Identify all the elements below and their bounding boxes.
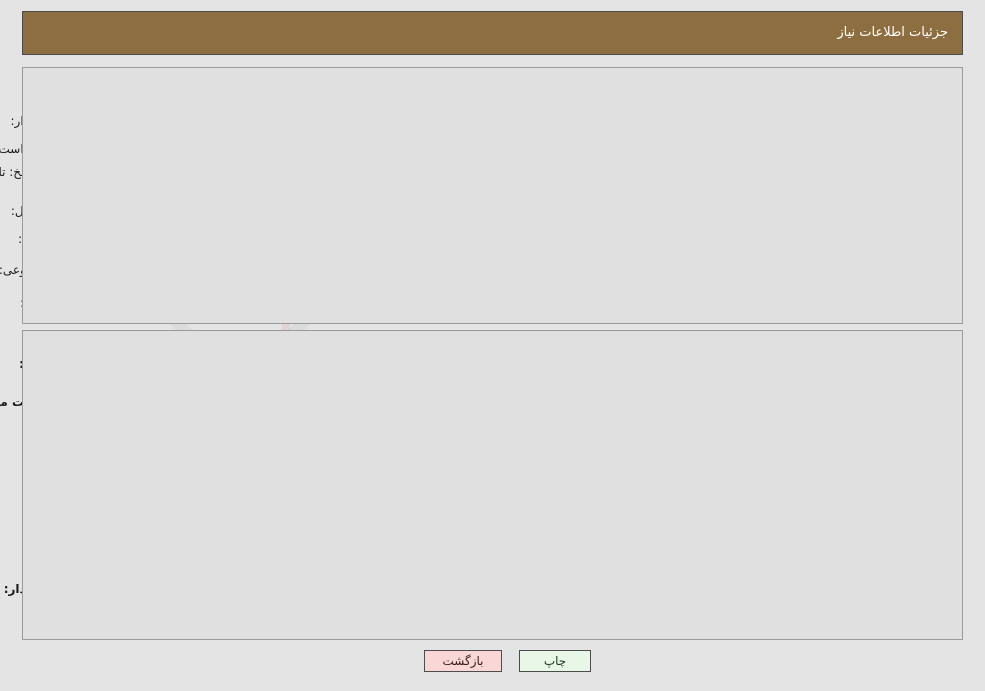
print-button[interactable]: چاپ: [519, 650, 591, 672]
page-header-bar: جزئیات اطلاعات نیاز: [22, 11, 963, 55]
back-button[interactable]: بازگشت: [424, 650, 502, 672]
need-summary-panel: [22, 67, 963, 324]
page-title: جزئیات اطلاعات نیاز: [837, 25, 948, 40]
need-details-panel: [22, 330, 963, 640]
